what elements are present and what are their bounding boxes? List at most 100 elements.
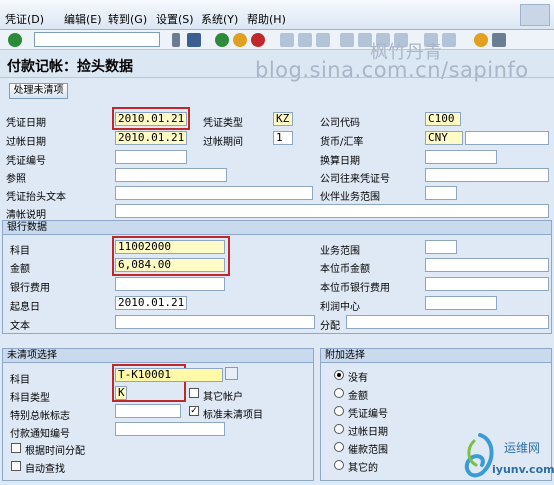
command-field[interactable] (34, 32, 160, 47)
posting-date-label: 过帐日期 (6, 137, 46, 148)
business-area-field[interactable] (425, 240, 457, 254)
period-field[interactable]: 1 (273, 131, 293, 145)
account-type-label: 科目类型 (10, 393, 50, 404)
radio-amount[interactable] (334, 388, 344, 398)
lc-amount-field[interactable] (425, 258, 549, 272)
partner-ba-field[interactable] (425, 186, 457, 200)
profit-center-label: 利润中心 (320, 302, 360, 313)
find-icon[interactable] (298, 33, 312, 47)
account-type-field[interactable]: K (115, 386, 127, 400)
value-date-label: 起息日 (10, 302, 40, 313)
profit-center-field[interactable] (425, 296, 497, 310)
radio-none[interactable] (334, 370, 344, 380)
sgl-indicator-field[interactable] (115, 404, 181, 418)
sap-logo-icon (520, 4, 550, 26)
reference-label: 参照 (6, 174, 26, 185)
currency-label: 货币/汇率 (320, 137, 364, 148)
bank-account-label: 科目 (10, 246, 30, 257)
enter-icon[interactable] (8, 33, 22, 47)
doc-number-field[interactable] (115, 150, 187, 164)
site-logo: 运维网 iyunv.com (458, 427, 554, 483)
clearing-text-label: 清帐说明 (6, 210, 46, 221)
amount-label: 金额 (10, 264, 30, 275)
layout-menu-icon[interactable] (492, 33, 506, 47)
radio-posting-date[interactable] (334, 424, 344, 434)
clearing-text-field[interactable] (115, 204, 549, 218)
first-page-icon[interactable] (340, 33, 354, 47)
assignment-field[interactable] (346, 315, 549, 329)
doc-number-label: 凭证编号 (6, 156, 46, 167)
bank-data-heading: 银行数据 (3, 221, 551, 235)
exit-icon[interactable] (233, 33, 247, 47)
standard-oi-checkbox[interactable]: ✓ (189, 406, 199, 416)
bank-account-field[interactable]: 11002000 (115, 240, 225, 254)
assignment-label: 分配 (320, 321, 340, 332)
open-item-selection-heading: 未清项选择 (3, 349, 313, 363)
automatic-search-checkbox[interactable] (11, 461, 21, 471)
save-icon[interactable] (187, 33, 201, 47)
header-text-field[interactable] (115, 186, 313, 200)
distribute-by-age-label: 根据时间分配 (25, 446, 85, 457)
back-icon[interactable] (215, 33, 229, 47)
translation-date-field[interactable] (425, 150, 497, 164)
menu-settings[interactable]: 设置(S) (156, 11, 194, 27)
radio-others-label: 其它的 (348, 463, 378, 474)
other-accounts-checkbox[interactable] (189, 388, 199, 398)
radio-amount-label: 金额 (348, 391, 368, 402)
menu-help[interactable]: 帮助(H) (247, 11, 286, 27)
posting-date-field[interactable]: 2010.01.21 (115, 131, 187, 145)
automatic-search-label: 自动查找 (25, 464, 65, 475)
distribute-by-age-checkbox[interactable] (11, 443, 21, 453)
standard-oi-label: 标准未清项目 (203, 410, 263, 421)
doc-date-field[interactable]: 2010.01.21 (115, 112, 187, 126)
find-next-icon[interactable] (316, 33, 330, 47)
doc-type-field[interactable]: KZ (273, 112, 293, 126)
bank-charges-label: 银行费用 (10, 283, 50, 294)
payment-advice-field[interactable] (115, 422, 225, 436)
additional-selections-heading: 附加选择 (321, 349, 551, 363)
doc-type-label: 凭证类型 (203, 118, 243, 129)
shortcut-icon[interactable] (442, 33, 456, 47)
radio-dunning-area-label: 催款范围 (348, 445, 388, 456)
cross-cc-field[interactable] (425, 168, 549, 182)
menu-edit[interactable]: 编辑(E) (64, 11, 102, 27)
translation-date-label: 换算日期 (320, 156, 360, 167)
menu-system[interactable]: 系统(Y) (201, 11, 238, 27)
payment-advice-label: 付款通知编号 (10, 429, 70, 440)
currency-field[interactable]: CNY (425, 131, 463, 145)
radio-others[interactable] (334, 460, 344, 470)
radio-dunning-area[interactable] (334, 442, 344, 452)
oi-account-field[interactable]: T-K10001 (115, 368, 223, 382)
cross-cc-label: 公司往来凭证号 (320, 174, 390, 185)
logo-cn-text: 运维网 (504, 441, 541, 455)
logo-url-text: iyunv.com (492, 463, 554, 476)
radio-document-number[interactable] (334, 406, 344, 416)
value-date-field[interactable]: 2010.01.21 (115, 296, 187, 310)
company-code-label: 公司代码 (320, 118, 360, 129)
lc-charges-label: 本位币银行费用 (320, 283, 390, 294)
bank-charges-field[interactable] (115, 277, 225, 291)
partner-ba-label: 伙伴业务范围 (320, 192, 380, 203)
watermark-url: blog.sina.com.cn/sapinfo (255, 58, 529, 82)
cancel-icon[interactable] (251, 33, 265, 47)
reference-field[interactable] (115, 168, 227, 182)
print-icon[interactable] (280, 33, 294, 47)
history-arrow-icon[interactable] (172, 33, 180, 47)
business-area-label: 业务范围 (320, 246, 360, 257)
radio-none-label: 没有 (348, 373, 368, 384)
company-code-field[interactable]: C100 (425, 112, 461, 126)
menu-document[interactable]: 凭证(D) (5, 11, 44, 27)
radio-posting-date-label: 过帐日期 (348, 427, 388, 438)
amount-field[interactable]: 6,084.00 (115, 258, 225, 272)
exchange-rate-field[interactable] (465, 131, 549, 145)
lc-charges-field[interactable] (425, 277, 549, 291)
bank-text-field[interactable] (115, 315, 315, 329)
help-icon[interactable] (474, 33, 488, 47)
menu-goto[interactable]: 转到(G) (108, 11, 147, 27)
process-open-items-button[interactable]: 处理未清项 (9, 83, 68, 99)
doc-date-label: 凭证日期 (6, 118, 46, 129)
search-help-icon[interactable] (225, 367, 238, 380)
other-accounts-label: 其它帐户 (203, 392, 243, 403)
page-title: 付款记帐：捡头数据 (7, 59, 133, 75)
period-label: 过帐期间 (203, 137, 243, 148)
